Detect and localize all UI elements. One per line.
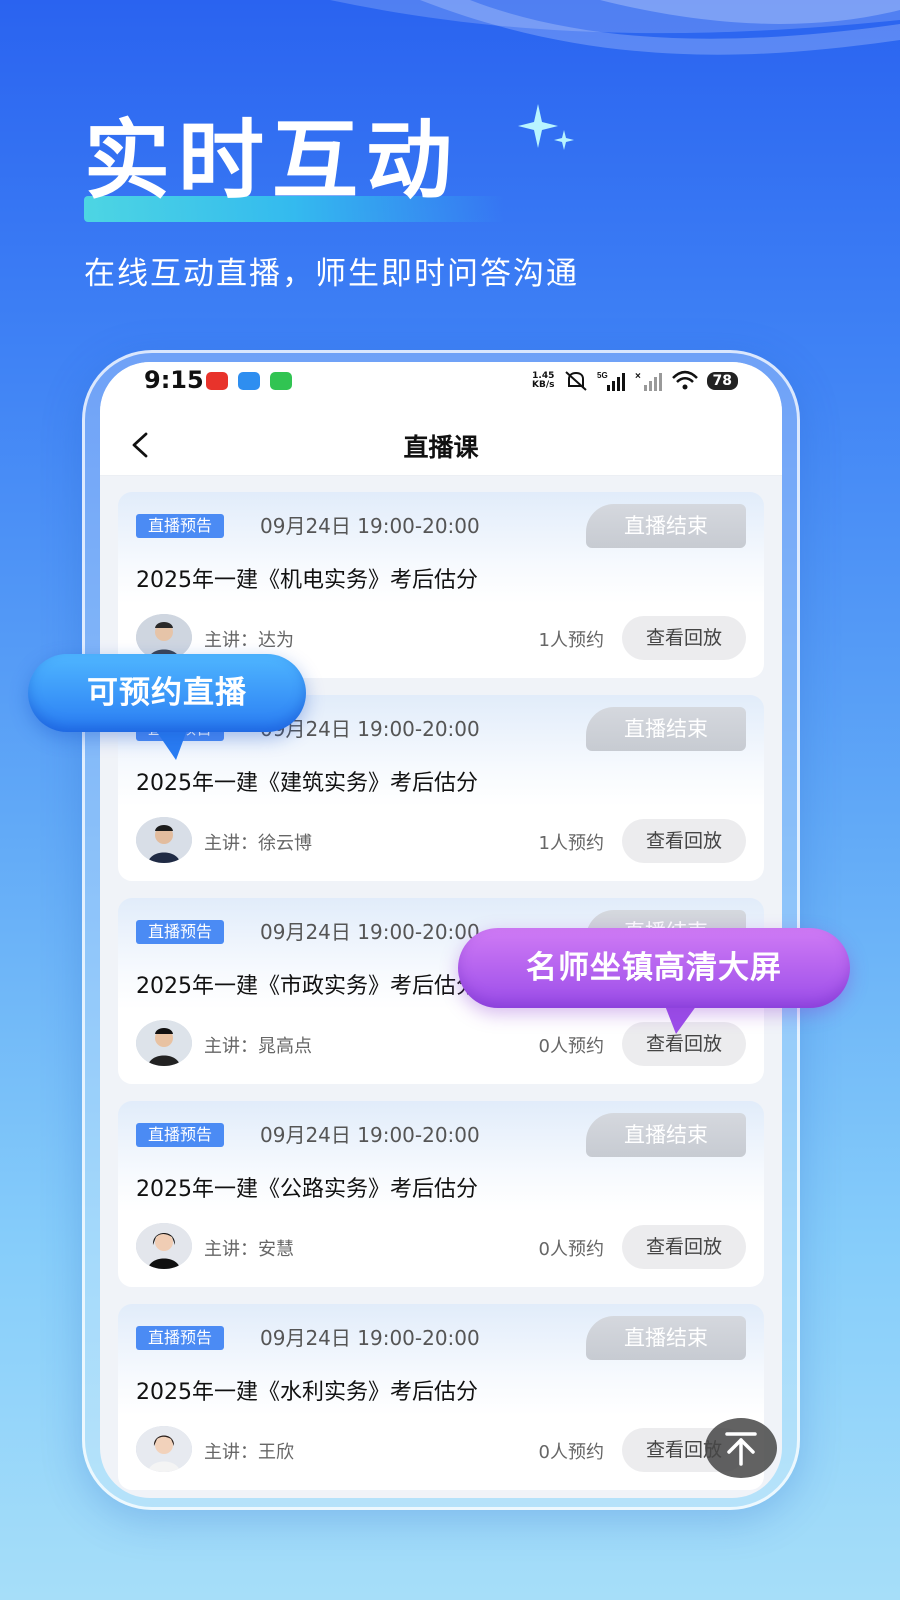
callout-famous-teacher: 名师坐镇高清大屏 bbox=[458, 928, 850, 1008]
course-title[interactable]: 2025年一建《机电实务》考后估分 bbox=[136, 562, 478, 594]
toutiao-app-icon bbox=[206, 372, 228, 390]
course-time: 09月24日 19:00-20:00 bbox=[260, 1326, 480, 1350]
svg-text:×: × bbox=[635, 371, 641, 382]
lecturer-avatar bbox=[136, 817, 192, 863]
reservation-count: 0人预约 bbox=[538, 1036, 604, 1057]
course-title[interactable]: 2025年一建《建筑实务》考后估分 bbox=[136, 765, 478, 797]
live-ended-badge: 直播结束 bbox=[586, 1113, 746, 1157]
cloud-app-icon bbox=[238, 372, 260, 390]
reservation-count: 0人预约 bbox=[538, 1442, 604, 1463]
lecturer-name: 主讲：达为 bbox=[204, 630, 294, 651]
lecturer-name: 主讲：王欣 bbox=[204, 1442, 294, 1463]
reservation-count: 1人预约 bbox=[538, 630, 604, 651]
reservation-count: 0人预约 bbox=[538, 1239, 604, 1260]
net-speed-unit: KB/s bbox=[532, 380, 555, 390]
signal-icon: 5G bbox=[597, 371, 625, 391]
live-preview-tag: 直播预告 bbox=[136, 514, 225, 538]
live-preview-tag: 直播预告 bbox=[136, 1326, 225, 1350]
lecturer-name: 主讲：徐云博 bbox=[204, 833, 312, 854]
nav-bar: 直播课 bbox=[100, 414, 782, 476]
reservation-count: 1人预约 bbox=[538, 833, 604, 854]
hero-subtitle: 在线互动直播，师生即时问答沟通 bbox=[84, 256, 579, 292]
wifi-icon bbox=[671, 370, 698, 390]
scroll-to-top-button[interactable] bbox=[705, 1418, 777, 1478]
wechat-app-icon bbox=[270, 372, 292, 390]
hero-title: 实时互动 bbox=[84, 111, 460, 211]
view-replay-button[interactable]: 查看回放 bbox=[622, 1225, 746, 1269]
course-time: 09月24日 19:00-20:00 bbox=[260, 920, 480, 944]
svg-text:5G: 5G bbox=[597, 371, 608, 380]
course-card[interactable]: 直播预告 09月24日 19:00-20:00 直播结束 2025年一建《机电实… bbox=[118, 492, 764, 678]
lecturer-avatar bbox=[136, 1426, 192, 1472]
sparkle-icon bbox=[518, 104, 574, 150]
callout-reservable-live: 可预约直播 bbox=[28, 654, 306, 732]
course-title[interactable]: 2025年一建《市政实务》考后估分 bbox=[136, 968, 478, 1000]
page-title: 直播课 bbox=[403, 433, 479, 462]
live-ended-badge: 直播结束 bbox=[586, 1316, 746, 1360]
course-time: 09月24日 19:00-20:00 bbox=[260, 514, 480, 538]
course-card[interactable]: 直播预告 09月24日 19:00-20:00 直播结束 2025年一建《水利实… bbox=[118, 1304, 764, 1490]
view-replay-button[interactable]: 查看回放 bbox=[622, 616, 746, 660]
course-time: 09月24日 19:00-20:00 bbox=[260, 1123, 480, 1147]
status-time: 9:15 bbox=[144, 366, 204, 394]
status-right-group: 1.45 KB/s 5G × 78 bbox=[532, 368, 738, 394]
battery-icon: 78 bbox=[706, 372, 738, 390]
course-title[interactable]: 2025年一建《水利实务》考后估分 bbox=[136, 1374, 478, 1406]
course-title[interactable]: 2025年一建《公路实务》考后估分 bbox=[136, 1171, 478, 1203]
lecturer-name: 主讲：安慧 bbox=[204, 1239, 294, 1260]
live-preview-tag: 直播预告 bbox=[136, 1123, 225, 1147]
live-ended-badge: 直播结束 bbox=[586, 707, 746, 751]
live-ended-badge: 直播结束 bbox=[586, 504, 746, 548]
status-bar: 9:15 1.45 KB/s 5G × 78 bbox=[100, 362, 782, 414]
lecturer-avatar bbox=[136, 1020, 192, 1066]
mute-icon bbox=[564, 371, 587, 391]
arrow-up-icon bbox=[725, 1432, 757, 1466]
lecturer-name: 主讲：晁高点 bbox=[204, 1036, 312, 1057]
lecturer-avatar bbox=[136, 1223, 192, 1269]
signal-off-icon: × bbox=[635, 371, 662, 391]
view-replay-button[interactable]: 查看回放 bbox=[622, 819, 746, 863]
net-speed: 1.45 KB/s bbox=[532, 372, 554, 390]
live-preview-tag: 直播预告 bbox=[136, 920, 225, 944]
course-card[interactable]: 直播预告 09月24日 19:00-20:00 直播结束 2025年一建《公路实… bbox=[118, 1101, 764, 1287]
